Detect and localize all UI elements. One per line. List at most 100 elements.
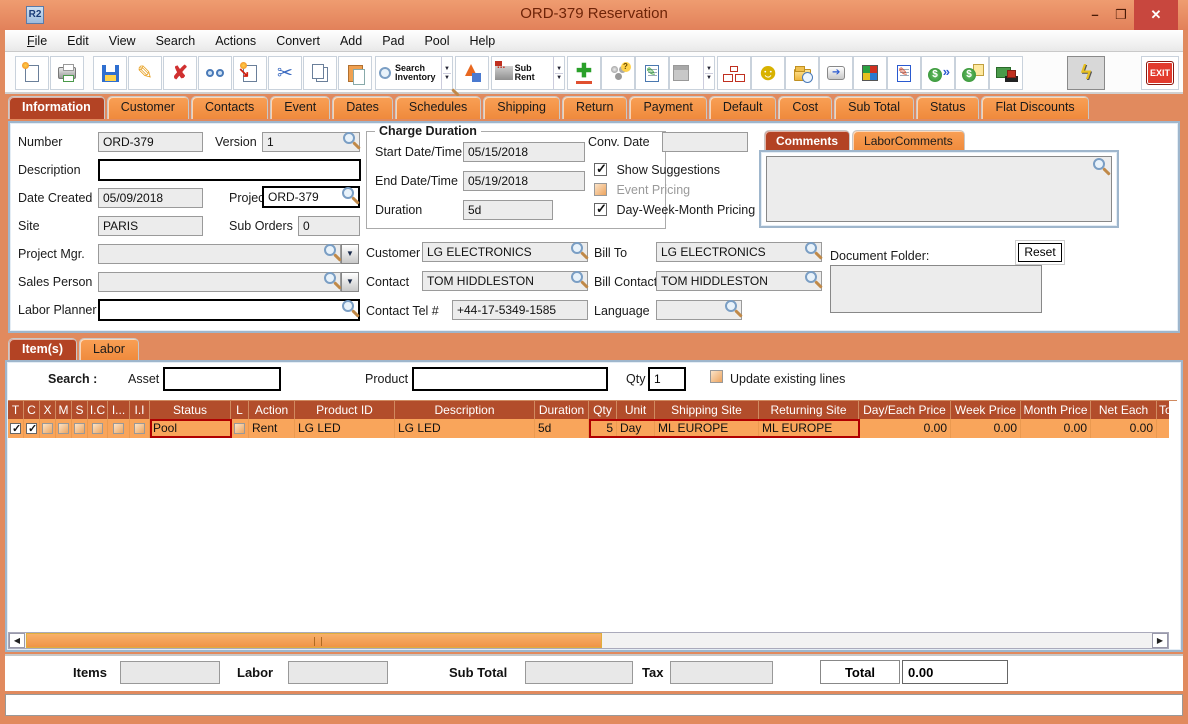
row-description[interactable]: LG LED: [395, 419, 535, 438]
tab-event[interactable]: Event: [270, 96, 331, 119]
col-ic[interactable]: I.C: [88, 400, 108, 419]
key-action-button[interactable]: [819, 56, 853, 90]
bill-contact-field[interactable]: TOM HIDDLESTON: [656, 271, 822, 291]
row-day-each-price[interactable]: 0.00: [859, 419, 951, 438]
exit-button[interactable]: EXIT: [1141, 56, 1179, 90]
col-week-price[interactable]: Week Price: [951, 400, 1021, 419]
row-shipping-site[interactable]: ML EUROPE: [655, 419, 759, 438]
menu-actions[interactable]: Actions: [205, 32, 266, 50]
tab-default[interactable]: Default: [708, 96, 777, 119]
menu-edit[interactable]: Edit: [57, 32, 99, 50]
tab-shipping[interactable]: Shipping: [483, 96, 560, 119]
print-button[interactable]: [50, 56, 84, 90]
row-check-l[interactable]: [231, 419, 249, 438]
col-returning-site[interactable]: Returning Site: [759, 400, 859, 419]
row-check-ic[interactable]: [88, 419, 108, 438]
write-note-button[interactable]: ✎: [887, 56, 921, 90]
menu-file[interactable]: File: [17, 32, 57, 50]
menu-help[interactable]: Help: [460, 32, 506, 50]
col-product-id[interactable]: Product ID: [295, 400, 395, 419]
row-check-x[interactable]: [40, 419, 56, 438]
show-suggestions-checkbox[interactable]: [594, 161, 607, 177]
col-qty[interactable]: Qty: [589, 400, 617, 419]
tab-items[interactable]: Item(s): [8, 338, 77, 361]
project-mgr-lookup-icon[interactable]: [324, 244, 336, 256]
menu-add[interactable]: Add: [330, 32, 372, 50]
row-week-price[interactable]: 0.00: [951, 419, 1021, 438]
document-folder-box[interactable]: [830, 265, 1042, 313]
col-idots[interactable]: I...: [108, 400, 130, 419]
table-row[interactable]: Pool Rent LG LED LG LED 5d 5 Day ML EURO…: [8, 419, 1169, 438]
labor-planner-lookup-icon[interactable]: [342, 300, 354, 312]
row-returning-site[interactable]: ML EUROPE: [759, 419, 859, 438]
tab-cost[interactable]: Cost: [778, 96, 833, 119]
row-check-c[interactable]: [24, 419, 40, 438]
scroll-left-arrow[interactable]: ◀: [9, 633, 25, 648]
asset-input[interactable]: [163, 367, 281, 391]
col-status[interactable]: Status: [150, 400, 231, 419]
notes-button[interactable]: ✎: [635, 56, 669, 90]
col-net-each[interactable]: Net Each: [1091, 400, 1157, 419]
version-lookup-icon[interactable]: [343, 132, 355, 144]
labor-planner-field[interactable]: [98, 299, 360, 321]
smiley-button[interactable]: ☻: [751, 56, 785, 90]
col-m[interactable]: M: [56, 400, 72, 419]
tab-information[interactable]: Information: [8, 96, 105, 119]
col-action[interactable]: Action: [249, 400, 295, 419]
row-unit[interactable]: Day: [617, 419, 655, 438]
calendar-dropdown[interactable]: ▼ ▼: [703, 57, 714, 89]
col-unit[interactable]: Unit: [617, 400, 655, 419]
tab-labor-comments[interactable]: LaborComments: [852, 130, 965, 151]
row-check-s[interactable]: [72, 419, 88, 438]
cut-button[interactable]: ✂: [268, 56, 302, 90]
contact-lookup-icon[interactable]: [571, 271, 583, 283]
calendar-button[interactable]: ▼ ▼: [669, 56, 715, 90]
dwm-pricing-row[interactable]: Day-Week-Month Pricing: [594, 201, 755, 219]
language-field[interactable]: [656, 300, 742, 320]
col-description[interactable]: Description: [395, 400, 535, 419]
row-action[interactable]: Rent: [249, 419, 295, 438]
money-forward-button[interactable]: » $: [921, 56, 955, 90]
sub-rent-dropdown[interactable]: ▼ ▼: [553, 57, 564, 89]
menu-convert[interactable]: Convert: [266, 32, 330, 50]
money-note-button[interactable]: $: [955, 56, 989, 90]
col-duration[interactable]: Duration: [535, 400, 589, 419]
tab-sub-total[interactable]: Sub Total: [834, 96, 915, 119]
col-month-price[interactable]: Month Price: [1021, 400, 1091, 419]
tab-flat-discounts[interactable]: Flat Discounts: [981, 96, 1089, 119]
shapes-button[interactable]: [455, 56, 489, 90]
tab-return[interactable]: Return: [561, 96, 628, 119]
minimize-button[interactable]: –: [1082, 0, 1108, 30]
comments-lookup-icon[interactable]: [1093, 158, 1105, 170]
col-tot[interactable]: Tot: [1157, 400, 1177, 419]
row-product-id[interactable]: LG LED: [295, 419, 395, 438]
product-input[interactable]: [412, 367, 608, 391]
col-ii[interactable]: I.I: [130, 400, 150, 419]
transfer-button[interactable]: ↘: [233, 56, 267, 90]
org-chart-button[interactable]: [717, 56, 751, 90]
update-existing-lines-checkbox[interactable]: [710, 370, 723, 383]
project-mgr-field[interactable]: [98, 244, 341, 264]
folder-history-button[interactable]: [785, 56, 819, 90]
bill-to-field[interactable]: LG ELECTRONICS: [656, 242, 822, 262]
tab-schedules[interactable]: Schedules: [394, 96, 482, 119]
add-line-button[interactable]: ✚: [567, 56, 601, 90]
col-s[interactable]: S: [72, 400, 88, 419]
tab-contacts[interactable]: Contacts: [190, 96, 269, 119]
row-check-t[interactable]: [8, 419, 24, 438]
dwm-pricing-checkbox[interactable]: [594, 201, 607, 217]
row-check-idots[interactable]: [108, 419, 130, 438]
tab-labor[interactable]: Labor: [78, 338, 139, 361]
scroll-thumb[interactable]: [26, 633, 602, 648]
row-qty[interactable]: 5: [589, 419, 617, 438]
row-check-ii[interactable]: [130, 419, 150, 438]
col-t[interactable]: T: [8, 400, 24, 419]
items-hscrollbar[interactable]: ◀ ▶: [8, 632, 1169, 649]
menu-search[interactable]: Search: [146, 32, 206, 50]
customer-lookup-icon[interactable]: [571, 242, 583, 254]
tab-status[interactable]: Status: [916, 96, 980, 119]
col-c[interactable]: C: [24, 400, 40, 419]
paste-button[interactable]: [338, 56, 372, 90]
qty-input[interactable]: 1: [648, 367, 686, 391]
cubes-button[interactable]: [853, 56, 887, 90]
